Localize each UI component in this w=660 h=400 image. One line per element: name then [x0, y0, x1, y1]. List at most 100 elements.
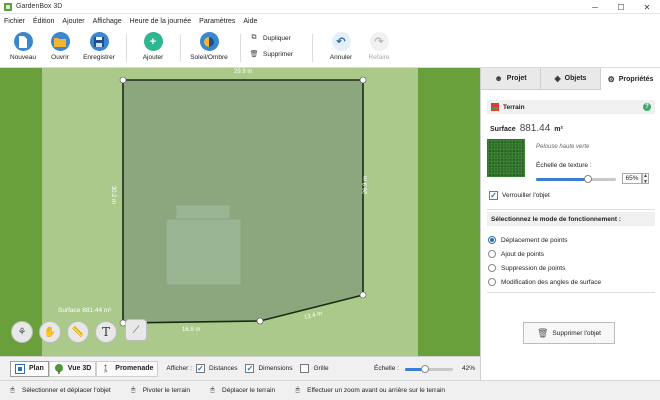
- mode-label: Déplacement de points: [501, 236, 568, 244]
- plan-canvas[interactable]: 29.9 m 30.2 m 26.9 m 16.9 m 13.4 m Surfa…: [0, 68, 480, 356]
- vertex-handle[interactable]: [256, 317, 264, 325]
- menu-affichage[interactable]: Affichage: [89, 18, 126, 25]
- dimensions-checkbox[interactable]: ✓ Dimensions: [245, 364, 292, 373]
- vertex-handle[interactable]: [359, 76, 367, 84]
- help-icon[interactable]: ?: [643, 103, 651, 111]
- nouveau-label: Nouveau: [9, 54, 37, 61]
- menu-bar: Fichier Édition Ajouter Affichage Heure …: [0, 14, 660, 28]
- menu-fichier[interactable]: Fichier: [0, 18, 29, 25]
- toolbar-divider: [312, 34, 313, 62]
- texture-name: Pelouse haute verte: [536, 144, 590, 150]
- layers-icon: ◈: [554, 74, 561, 83]
- surface-row: Surface 881.44 m²: [490, 123, 563, 134]
- shapes-icon: ⚘: [17, 326, 27, 338]
- house-shape[interactable]: [165, 218, 242, 286]
- supprimer-button[interactable]: 🗑 Supprimer: [249, 50, 293, 59]
- sun-shadow-icon: [199, 32, 219, 51]
- text-tool-button[interactable]: T: [95, 321, 117, 343]
- close-button[interactable]: ✕: [634, 0, 660, 14]
- distances-check-icon: ✓: [195, 364, 205, 373]
- radio-icon: [488, 264, 496, 272]
- menu-heure[interactable]: Heure de la journée: [126, 18, 196, 25]
- texture-scale-spinner[interactable]: ▲ ▼: [642, 173, 649, 185]
- house-roof-shape: [175, 204, 231, 220]
- texture-scale-thumb[interactable]: [584, 175, 592, 183]
- undo-icon: ↶: [331, 32, 351, 51]
- scale-value: 42%: [462, 365, 476, 372]
- mode-option-remove[interactable]: Suppression de points: [488, 264, 565, 272]
- status-bar: 🖱 Sélectionner et déplacer l'objet 🖱 Piv…: [0, 380, 660, 400]
- mode-option-angles[interactable]: Modification des angles de surface: [488, 278, 601, 286]
- spinner-down-icon[interactable]: ▼: [643, 179, 648, 185]
- polygon-edit-icon: ⟋: [132, 324, 140, 336]
- grille-label: Grille: [313, 365, 329, 372]
- enregistrer-button[interactable]: Enregistrer: [76, 32, 122, 61]
- folder-icon: [50, 32, 70, 51]
- texture-scale-fill: [536, 178, 588, 181]
- menu-edition[interactable]: Édition: [29, 18, 58, 25]
- promenade-button[interactable]: 🚶 Promenade: [96, 360, 159, 377]
- ajouter-button[interactable]: + Ajouter: [130, 32, 176, 61]
- vertex-handle[interactable]: [119, 76, 127, 84]
- refaire-button[interactable]: ↷ Refaire: [356, 32, 402, 61]
- lock-checkbox[interactable]: ✓ Verrouiller l'objet: [489, 191, 550, 200]
- vertex-handle[interactable]: [359, 291, 367, 299]
- tab-projet[interactable]: ☻ Projet: [481, 68, 541, 90]
- new-document-icon: [13, 32, 33, 51]
- duplicate-icon: ⧉: [251, 34, 257, 41]
- mode-option-add[interactable]: Ajout de points: [488, 250, 544, 258]
- view-3d-button[interactable]: Vue 3D: [48, 360, 97, 377]
- radio-icon: [488, 278, 496, 286]
- measure-tool-button[interactable]: 📏: [67, 321, 89, 343]
- texture-scale-slider[interactable]: [536, 175, 616, 183]
- status-move: 🖱 Déplacer le terrain: [208, 386, 275, 395]
- status-zoom: 🖱 Effectuer un zoom avant ou arrière sur…: [293, 386, 446, 395]
- menu-aide[interactable]: Aide: [239, 18, 261, 25]
- menu-parametres[interactable]: Paramètres: [195, 18, 239, 25]
- dimension-top: 29.9 m: [234, 69, 253, 75]
- dimension-left: 30.2 m: [110, 185, 117, 205]
- tab-objets[interactable]: ◈ Objets: [541, 68, 601, 90]
- status-select-text: Sélectionner et déplacer l'objet: [22, 387, 111, 394]
- trash-icon: 🗑: [249, 51, 259, 58]
- maximize-button[interactable]: ☐: [608, 0, 634, 14]
- echelle-label: Échelle :: [374, 365, 399, 372]
- surface-tool-button[interactable]: ⟋: [125, 319, 147, 341]
- dimension-right: 26.9 m: [363, 175, 370, 195]
- delete-object-label: Supprimer l'objet: [552, 329, 601, 337]
- scale-slider[interactable]: [405, 365, 453, 373]
- toolbar: Nouveau Ouvrir Enregistrer + Ajouter Sol…: [0, 28, 660, 68]
- plan-view-button[interactable]: Plan: [10, 360, 49, 377]
- toolbar-divider: [126, 34, 127, 62]
- view-bar: Plan Vue 3D 🚶 Promenade Afficher : ✓ Dis…: [0, 356, 480, 380]
- grille-checkbox[interactable]: Grille: [300, 364, 329, 373]
- status-select: 🖱 Sélectionner et déplacer l'objet: [8, 386, 111, 395]
- menu-ajouter[interactable]: Ajouter: [58, 18, 88, 25]
- distances-checkbox[interactable]: ✓ Distances: [195, 364, 237, 373]
- objects-tool-button[interactable]: ⚘: [11, 321, 33, 343]
- minimize-button[interactable]: ─: [582, 0, 608, 14]
- texture-scale-input[interactable]: 65%: [622, 173, 642, 184]
- texture-scale-label: Échelle de texture :: [536, 162, 592, 169]
- plan-view-label: Plan: [29, 365, 44, 372]
- soleil-ombre-button[interactable]: Soleil/Ombre: [186, 32, 232, 61]
- status-rotate-text: Pivoter le terrain: [142, 387, 191, 394]
- delete-object-button[interactable]: 🗑 Supprimer l'objet: [523, 322, 615, 344]
- pan-tool-button[interactable]: ✋: [39, 321, 61, 343]
- radio-icon: [488, 250, 496, 258]
- promenade-label: Promenade: [115, 365, 154, 372]
- gear-icon: ⚙: [607, 74, 615, 84]
- trash-icon: 🗑: [536, 327, 549, 338]
- terrain-polygon[interactable]: [122, 79, 364, 324]
- tab-proprietes[interactable]: ⚙ Propriétés: [601, 68, 660, 90]
- dimension-bottom: 16.9 m: [182, 327, 201, 333]
- grille-check-box: [300, 364, 310, 373]
- terrain-section-title: Terrain: [503, 103, 525, 111]
- supprimer-label: Supprimer: [263, 50, 293, 58]
- mode-option-move[interactable]: Déplacement de points: [488, 236, 568, 244]
- plan-icon: [15, 363, 25, 374]
- mode-section-header: Sélectionnez le mode de fonctionnement :: [487, 212, 655, 226]
- scale-slider-thumb[interactable]: [421, 365, 430, 373]
- grass-texture-swatch[interactable]: [487, 139, 525, 177]
- dupliquer-button[interactable]: ⧉ Dupliquer: [250, 34, 291, 42]
